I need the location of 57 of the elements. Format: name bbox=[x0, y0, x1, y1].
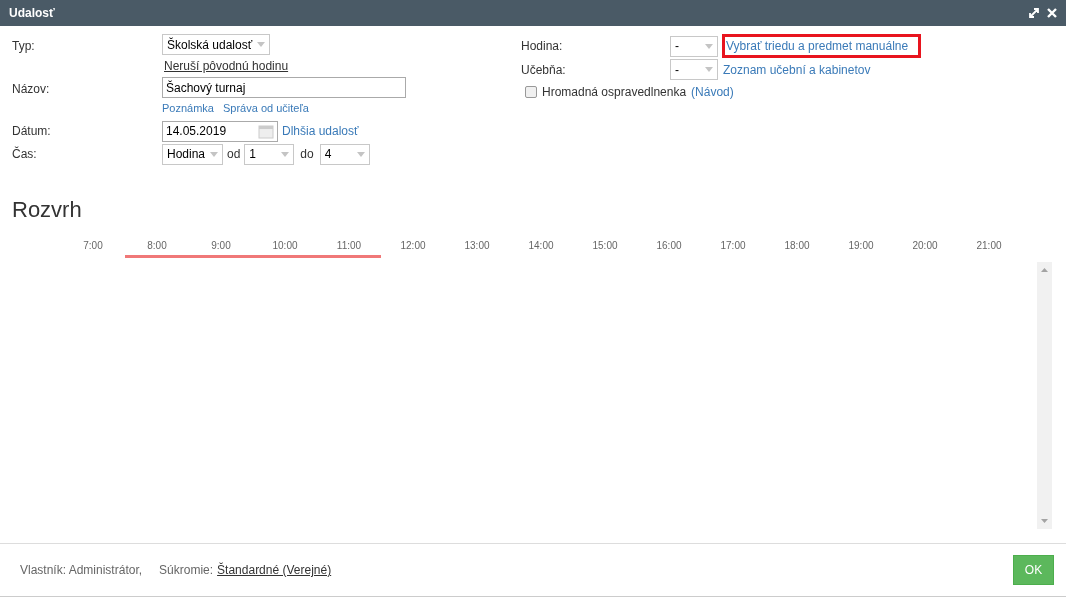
hour-label: 9:00 bbox=[210, 238, 232, 253]
scroll-down-icon[interactable] bbox=[1041, 519, 1048, 523]
hour-label: 19:00 bbox=[847, 238, 875, 253]
expand-icon[interactable] bbox=[1029, 8, 1039, 18]
checkbox-label: Hromadná ospravedlnenka bbox=[542, 84, 687, 101]
link[interactable]: Správa od učiteľa bbox=[223, 100, 309, 117]
hour-label: 16:00 bbox=[655, 238, 683, 253]
link[interactable]: Dlhšia udalosť bbox=[282, 122, 359, 140]
link[interactable]: Poznámka bbox=[162, 100, 214, 117]
field-label: Hodina: bbox=[521, 38, 564, 55]
caret-icon bbox=[257, 42, 265, 47]
privacy-label: Súkromie: bbox=[159, 562, 214, 579]
link[interactable]: Neruší pôvodnú hodinu bbox=[164, 57, 289, 75]
lesson-select[interactable]: - bbox=[670, 35, 718, 57]
field-label: Názov: bbox=[12, 81, 51, 98]
hour-label: 11:00 bbox=[335, 238, 363, 253]
hour-label: 8:00 bbox=[146, 238, 168, 253]
caret-icon bbox=[705, 43, 713, 49]
section-title: Rozvrh bbox=[12, 195, 83, 224]
unit-select[interactable]: Hodina bbox=[162, 143, 223, 165]
room-select[interactable]: - bbox=[670, 59, 718, 80]
date-field[interactable]: 14.05.2019 bbox=[162, 120, 278, 142]
field-label: od bbox=[227, 146, 241, 163]
scroll-up-icon[interactable] bbox=[1041, 267, 1048, 272]
field-label: Dátum: bbox=[12, 123, 52, 140]
caret-icon bbox=[281, 151, 290, 157]
checkbox[interactable] bbox=[525, 86, 537, 98]
from-select[interactable]: 1 bbox=[244, 143, 295, 165]
link[interactable]: Zoznam učební a kabinetov bbox=[723, 60, 871, 79]
hour-label: 15:00 bbox=[591, 238, 619, 253]
hour-label: 13:00 bbox=[463, 238, 491, 253]
hour-label: 7:00 bbox=[82, 238, 104, 253]
type-select[interactable]: Školská udalosť bbox=[162, 34, 270, 55]
scrollbar[interactable] bbox=[1037, 261, 1052, 529]
hour-label: 10:00 bbox=[271, 238, 299, 253]
to-select[interactable]: 4 bbox=[319, 143, 370, 165]
privacy-link[interactable]: Štandardné (Verejné) bbox=[217, 561, 332, 579]
caret-icon bbox=[356, 151, 365, 157]
caret-icon bbox=[210, 151, 218, 157]
field-label: Čas: bbox=[12, 145, 38, 163]
field-label: Typ: bbox=[12, 38, 36, 55]
window-title: Udalosť bbox=[9, 5, 55, 22]
hour-label: 14:00 bbox=[527, 238, 555, 253]
hour-label: 20:00 bbox=[911, 238, 939, 253]
field-label: do bbox=[300, 146, 314, 163]
hour-label: 17:00 bbox=[719, 238, 747, 253]
caret-icon bbox=[705, 67, 713, 72]
field-label: Učebňa: bbox=[521, 61, 567, 79]
link[interactable]: Vybrať triedu a predmet manuálne bbox=[722, 34, 922, 58]
calendar-icon[interactable] bbox=[258, 123, 274, 139]
owner-text: Vlastník: Administrátor, bbox=[20, 562, 143, 579]
hour-label: 21:00 bbox=[975, 238, 1003, 253]
hour-label: 18:00 bbox=[783, 238, 811, 253]
hour-label: 12:00 bbox=[399, 238, 427, 253]
link[interactable]: (Návod) bbox=[691, 83, 734, 101]
name-field[interactable]: Šachový turnaj bbox=[162, 77, 406, 98]
close-icon[interactable] bbox=[1047, 8, 1057, 18]
